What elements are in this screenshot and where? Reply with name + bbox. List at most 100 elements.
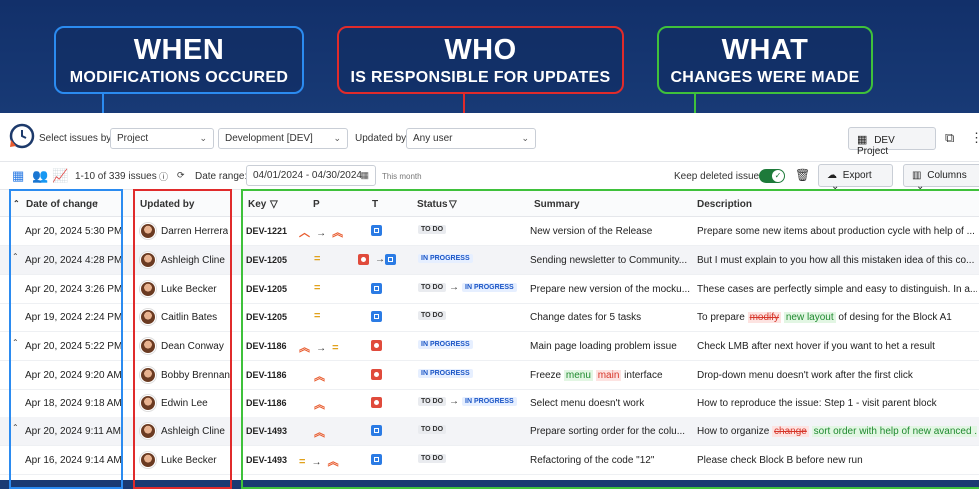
updated-by-select[interactable]: Any user ⌄ (406, 128, 536, 149)
table-row[interactable]: Apr 18, 2024 9:18 AM Edwin Lee DEV-1186 … (0, 389, 979, 418)
date-cell: Apr 20, 2024 9:20 AM (25, 370, 122, 381)
date-cell: Apr 20, 2024 5:22 PM (25, 341, 123, 352)
info-icon[interactable]: ⓘ (159, 170, 168, 183)
priority-high-icon: ︽ (314, 399, 325, 411)
deleted-text: main (595, 370, 622, 381)
bug-type-icon (371, 340, 382, 351)
date-cell: Apr 19, 2024 2:24 PM (25, 312, 123, 323)
chevron-up-icon[interactable]: ⌃ (12, 252, 19, 261)
chevron-up-icon[interactable]: ⌃ (12, 423, 19, 432)
project-select[interactable]: Development [DEV] ⌄ (218, 128, 348, 149)
key-cell[interactable]: DEV-1205 (246, 284, 287, 294)
export-button[interactable]: ☁ Export ⌄ (818, 164, 893, 192)
callout-what-subtitle: CHANGES WERE MADE (670, 69, 860, 86)
header-summary[interactable]: Summary (534, 199, 580, 210)
user-cell[interactable]: Luke Becker (161, 284, 217, 295)
user-cell[interactable]: Luke Becker (161, 455, 217, 466)
columns-icon: ▥ (912, 170, 922, 181)
filter-icon[interactable]: ▽ (449, 199, 457, 210)
status-cell: IN PROGRESS (418, 339, 473, 350)
summary-cell: New version of the Release (530, 226, 653, 237)
export-label: Export (842, 170, 872, 181)
callout-when-title: WHEN (133, 34, 225, 66)
header-description[interactable]: Description (697, 199, 752, 210)
avatar (140, 338, 156, 354)
arrow-right-icon: → (375, 254, 385, 265)
grid-icon: ▦ (857, 134, 868, 146)
table-row[interactable]: ⌃ Apr 20, 2024 5:22 PM Dean Conway DEV-1… (0, 332, 979, 361)
summary-text: interface (624, 370, 663, 381)
summary-cell: Prepare sorting order for the colu... (530, 426, 686, 437)
table-row[interactable]: Apr 20, 2024 3:26 PM Luke Becker DEV-120… (0, 275, 979, 304)
refresh-icon[interactable]: ⟳ (177, 170, 185, 181)
description-cell: Prepare some new items about production … (697, 226, 975, 237)
this-month-link[interactable]: This month (382, 172, 422, 181)
trash-icon[interactable]: 🗑 (795, 168, 810, 182)
key-cell[interactable]: DEV-1221 (246, 226, 287, 236)
description-cell: Check LMB after next hover if you want t… (697, 341, 935, 352)
status-badge: IN PROGRESS (418, 253, 473, 263)
keep-deleted-toggle[interactable] (759, 169, 785, 183)
task-type-icon (385, 254, 396, 265)
key-cell[interactable]: DEV-1493 (246, 426, 287, 436)
key-cell[interactable]: DEV-1205 (246, 312, 287, 322)
description-cell: To prepare modify new layout of desing f… (697, 312, 977, 323)
date-cell: Apr 18, 2024 9:18 AM (25, 398, 122, 409)
columns-button[interactable]: ▥ Columns ⌄ (903, 164, 979, 192)
user-cell[interactable]: Edwin Lee (161, 398, 208, 409)
header-key[interactable]: Key (248, 199, 266, 210)
header-updated-by[interactable]: Updated by (140, 199, 194, 210)
table-row[interactable]: ⌃ Apr 20, 2024 9:11 AM Ashleigh Cline DE… (0, 417, 979, 446)
description-cell: These cases are perfectly simple and eas… (697, 284, 977, 295)
table-view-icon[interactable]: ▦ (12, 168, 24, 184)
dev-project-button[interactable]: ▦ DEV Project (848, 127, 936, 157)
user-cell[interactable]: Darren Herrera (161, 226, 228, 237)
table-row[interactable]: Apr 19, 2024 2:24 PM Caitlin Bates DEV-1… (0, 303, 979, 332)
arrow-right-icon: → (449, 396, 460, 407)
users-view-icon[interactable]: 👥 (32, 168, 48, 184)
avatar (140, 423, 156, 439)
more-icon[interactable]: ⋮ (970, 130, 979, 146)
user-cell[interactable]: Ashleigh Cline (161, 426, 225, 437)
key-cell[interactable]: DEV-1493 (246, 455, 287, 465)
date-range-input[interactable]: 04/01/2024 - 04/30/2024 ▦ (246, 165, 376, 186)
user-cell[interactable]: Ashleigh Cline (161, 255, 225, 266)
priority-medium-icon: = (314, 282, 321, 294)
key-cell[interactable]: DEV-1186 (246, 398, 287, 408)
arrow-right-icon: → (449, 282, 460, 293)
issue-count: 1-10 of 339 issues (75, 171, 157, 182)
table-row[interactable]: Apr 16, 2024 9:14 AM Luke Becker DEV-149… (0, 446, 979, 475)
table-row[interactable]: ⌃ Apr 20, 2024 4:28 PM Ashleigh Cline DE… (0, 246, 979, 275)
issue-source-value: Project (117, 133, 149, 144)
user-cell[interactable]: Dean Conway (161, 341, 224, 352)
user-cell[interactable]: Caitlin Bates (161, 312, 217, 323)
chart-view-icon[interactable]: 📈 (52, 168, 68, 184)
header-date[interactable]: Date of change (26, 199, 98, 210)
calendar-icon: ▦ (360, 170, 369, 180)
issue-source-select[interactable]: Project ⌄ (110, 128, 214, 149)
header-priority[interactable]: P (313, 199, 320, 210)
status-badge: TO DO (418, 397, 447, 406)
header-status[interactable]: Status (417, 199, 448, 210)
user-cell[interactable]: Bobby Brennan (161, 370, 230, 381)
task-type-icon (371, 425, 382, 436)
table-row[interactable]: Apr 20, 2024 9:20 AM Bobby Brennan DEV-1… (0, 361, 979, 390)
key-cell[interactable]: DEV-1186 (246, 370, 287, 380)
collapse-icon[interactable]: ⌃ (13, 199, 20, 208)
avatar (140, 252, 156, 268)
status-cell: TO DO → IN PROGRESS (418, 396, 517, 407)
deleted-text: modify (747, 312, 782, 323)
deleted-text: change (772, 426, 809, 437)
filter-icon[interactable]: ▽ (270, 199, 278, 210)
priority-change: = → ︽ (299, 456, 339, 468)
sort-asc-icon[interactable]: ↑ (94, 199, 99, 210)
key-cell[interactable]: DEV-1186 (246, 341, 287, 351)
table-row[interactable]: Apr 20, 2024 5:30 PM Darren Herrera DEV-… (0, 217, 979, 246)
key-cell[interactable]: DEV-1205 (246, 255, 287, 265)
copy-icon[interactable]: ⧉ (945, 130, 954, 146)
chevron-up-icon[interactable]: ⌃ (12, 338, 19, 347)
header-type[interactable]: T (372, 199, 378, 210)
description-text: How to organize (697, 426, 770, 437)
priority-change: ︿ → ︽ (299, 227, 344, 239)
project-value: Development [DEV] (225, 133, 313, 144)
